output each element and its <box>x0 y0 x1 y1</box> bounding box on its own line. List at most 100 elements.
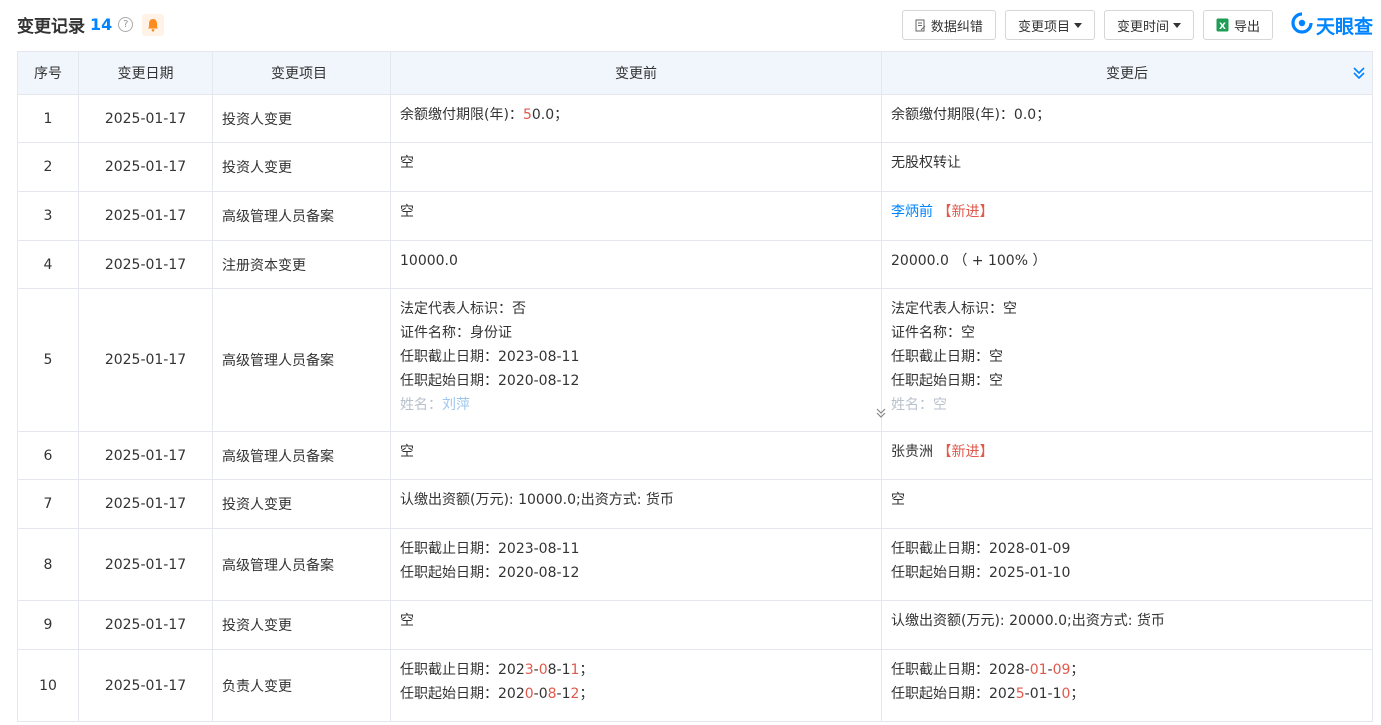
row-item: 投资人变更 <box>212 600 391 650</box>
change-item-label: 变更项目 <box>1017 19 1070 35</box>
row-index: 2 <box>17 142 79 192</box>
help-icon[interactable]: ? <box>118 17 134 32</box>
seg: -0 <box>533 686 548 702</box>
seg: ； <box>1070 662 1085 678</box>
before-line: 任职起始日期：2020-08-12 <box>400 373 580 389</box>
data-correction-label: 数据纠错 <box>930 19 983 35</box>
table-row: 8 2025-01-17 高级管理人员备案 任职截止日期：2023-08-11 … <box>17 528 1373 601</box>
before-line: 任职截止日期：2023-08-11 <box>400 541 580 557</box>
change-records-table: 序号 变更日期 变更项目 变更前 变更后 1 2025-01-17 投资人变更 … <box>17 51 1373 722</box>
data-correction-button[interactable]: 数据纠错 <box>901 10 996 40</box>
row-date: 2025-01-17 <box>78 479 213 529</box>
seg-changed: 0 <box>538 662 548 678</box>
before-line: 任职截止日期：2023-08-11； <box>400 658 872 682</box>
col-index: 序号 <box>17 51 79 95</box>
row-date: 2025-01-17 <box>78 191 213 241</box>
row-index: 10 <box>17 649 79 722</box>
row-before: 空 <box>390 431 882 480</box>
seg: 任职起始日期：202 <box>891 686 1016 702</box>
table-row: 4 2025-01-17 注册资本变更 10000.0 20000.0 （ + … <box>17 240 1373 289</box>
after-line-faded: 姓名：空 <box>891 397 947 413</box>
before-line: 任职起始日期：2020-08-12 <box>400 565 580 581</box>
svg-text:X: X <box>1219 22 1226 32</box>
person-link[interactable]: 刘萍 <box>442 397 470 413</box>
before-line: 证件名称：身份证 <box>400 325 512 341</box>
row-item: 投资人变更 <box>212 94 391 143</box>
row-date: 2025-01-17 <box>78 528 213 601</box>
table-row: 9 2025-01-17 投资人变更 空 认缴出资额(万元): 20000.0;… <box>17 600 1373 650</box>
person-link[interactable]: 李炳前 <box>891 204 933 220</box>
row-item: 高级管理人员备案 <box>212 431 391 480</box>
record-count: 14 <box>90 15 113 34</box>
after-line: 法定代表人标识：空 <box>891 301 1017 317</box>
change-time-dropdown[interactable]: 变更时间 <box>1103 10 1194 40</box>
before-line: 任职起始日期：2020-08-12； <box>400 682 872 706</box>
seg-changed: 8 <box>547 686 557 702</box>
before-text: 余额缴付期限(年)： <box>400 107 523 123</box>
row-item: 高级管理人员备案 <box>212 288 391 432</box>
row-date: 2025-01-17 <box>78 240 213 289</box>
row-date: 2025-01-17 <box>78 600 213 650</box>
row-after: 任职截止日期：2028-01-09； 任职起始日期：2025-01-10； <box>881 649 1373 722</box>
seg: 任职截止日期：2028- <box>891 662 1030 678</box>
export-button[interactable]: X 导出 <box>1202 10 1273 40</box>
person-name: 张贵洲 <box>891 444 933 460</box>
col-item: 变更项目 <box>212 51 391 95</box>
row-index: 7 <box>17 479 79 529</box>
table-header: 序号 变更日期 变更项目 变更前 变更后 <box>17 51 1373 95</box>
table-row: 10 2025-01-17 负责人变更 任职截止日期：2023-08-11； 任… <box>17 649 1373 722</box>
row-before: 认缴出资额(万元): 10000.0;出资方式: 货币 <box>390 479 882 529</box>
row-after: 法定代表人标识：空 证件名称：空 任职截止日期：空 任职起始日期：空 姓名：空 <box>881 288 1373 432</box>
table-row: 6 2025-01-17 高级管理人员备案 空 张贵洲 【新进】 <box>17 431 1373 480</box>
row-item: 高级管理人员备案 <box>212 191 391 241</box>
row-item: 注册资本变更 <box>212 240 391 289</box>
expand-all-icon[interactable] <box>1352 66 1366 84</box>
row-index: 3 <box>17 191 79 241</box>
bell-icon[interactable] <box>142 13 165 36</box>
document-edit-icon <box>915 19 926 32</box>
row-after: 空 <box>881 479 1373 529</box>
row-date: 2025-01-17 <box>78 142 213 192</box>
seg-changed: 0 <box>524 686 534 702</box>
change-time-label: 变更时间 <box>1116 19 1169 35</box>
col-after-header: 变更后 <box>881 51 1373 95</box>
expand-more-icon[interactable] <box>875 403 887 427</box>
new-tag: 【新进】 <box>937 204 994 220</box>
row-after: 余额缴付期限(年)：0.0； <box>881 94 1373 143</box>
before-line: 法定代表人标识：否 <box>400 301 526 317</box>
seg-changed: 5 <box>1015 686 1025 702</box>
name-label: 姓名： <box>400 397 442 413</box>
row-index: 1 <box>17 94 79 143</box>
row-after: 无股权转让 <box>881 142 1373 192</box>
table-row: 7 2025-01-17 投资人变更 认缴出资额(万元): 10000.0;出资… <box>17 479 1373 529</box>
seg: ； <box>579 662 594 678</box>
title-group: 变更记录 14 ? <box>17 12 165 37</box>
excel-icon: X <box>1216 18 1229 32</box>
row-before: 余额缴付期限(年)：50.0； <box>390 94 882 143</box>
before-line: 任职截止日期：2023-08-11 <box>400 349 580 365</box>
after-line: 任职起始日期：2025-01-10 <box>891 565 1071 581</box>
before-line-faded: 姓名：刘萍 <box>400 393 872 417</box>
logo-eye-icon <box>1291 11 1313 39</box>
after-line: 任职截止日期：2028-01-09； <box>891 658 1363 682</box>
seg: ； <box>579 686 594 702</box>
row-before: 空 <box>390 142 882 192</box>
caret-down-icon <box>1172 22 1181 28</box>
seg: ； <box>1070 686 1085 702</box>
table-row: 5 2025-01-17 高级管理人员备案 法定代表人标识：否 证件名称：身份证… <box>17 288 1373 432</box>
row-after: 20000.0 （ + 100% ） <box>881 240 1373 289</box>
page-title: 变更记录 <box>17 17 85 37</box>
seg-changed: 3 <box>524 662 534 678</box>
row-before: 10000.0 <box>390 240 882 289</box>
seg: -1 <box>556 686 571 702</box>
col-after: 变更后 <box>1106 66 1148 82</box>
row-date: 2025-01-17 <box>78 431 213 480</box>
header-bar: 变更记录 14 ? 数据纠错 变更项目 变更时间 X 导出 天眼查 <box>0 0 1381 50</box>
change-item-dropdown[interactable]: 变更项目 <box>1004 10 1095 40</box>
row-date: 2025-01-17 <box>78 94 213 143</box>
highlight-text: 5 <box>522 107 532 123</box>
logo-text: 天眼查 <box>1315 15 1373 38</box>
col-before: 变更前 <box>390 51 882 95</box>
after-line: 任职起始日期：空 <box>891 373 1003 389</box>
before-text: 0.0； <box>531 107 569 123</box>
